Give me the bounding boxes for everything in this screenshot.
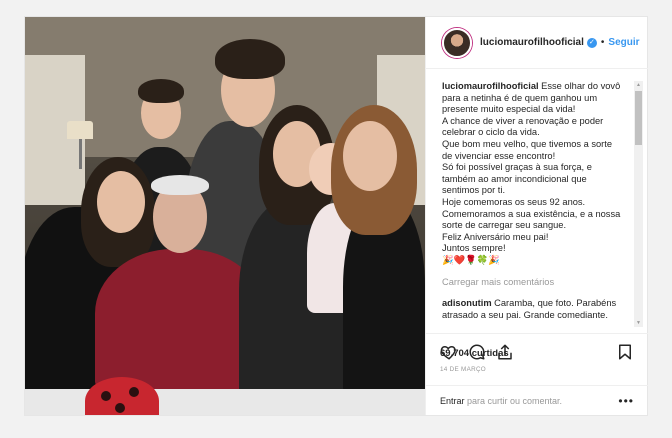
caption-line: Juntos sempre! <box>442 243 506 254</box>
bookmark-icon[interactable] <box>616 343 634 361</box>
post-side-panel: luciomaurofilhooficial ✓ • Seguir luciom… <box>425 17 648 415</box>
caption-username[interactable]: luciomaurofilhooficial <box>442 81 539 91</box>
follow-button[interactable]: Seguir <box>608 37 639 48</box>
post-header: luciomaurofilhooficial ✓ • Seguir <box>426 17 648 69</box>
avatar[interactable] <box>442 27 472 58</box>
add-comment-text: para curtir ou comentar. <box>464 395 563 406</box>
caption-emoji-line: 🎉❤️🌹🍀🎉 <box>442 254 500 265</box>
likes-count[interactable]: 69.704 curtidas <box>440 348 509 359</box>
photo-head-woman-left <box>97 171 145 233</box>
caption-line: sentimos por ti. <box>442 185 506 196</box>
caption-line: celebrar o ciclo da vida. <box>442 127 540 138</box>
caption-line: Que bom meu velho, que tivemos a sorte <box>442 138 613 149</box>
photo-hair-grandfather <box>151 175 209 195</box>
comments-scrollbar[interactable]: ▲ ▼ <box>634 81 643 327</box>
caption-line: Só foi possível graças à sua força, e <box>442 162 592 173</box>
photo-head-woman-right <box>343 121 397 191</box>
separator-dot: • <box>600 37 605 48</box>
caption-line: Comemoramos a sua existência, e a nossa <box>442 208 621 219</box>
caption-line: de vivenciar esse encontro! <box>442 150 556 161</box>
post-card: luciomaurofilhooficial ✓ • Seguir luciom… <box>24 16 648 416</box>
caption-line: Hoje comemoras os seus 92 anos. <box>442 196 586 207</box>
scroll-up-arrow-icon[interactable]: ▲ <box>635 82 642 88</box>
caption-line: luciomaurofilhooficial Esse olhar do vov… <box>442 81 621 91</box>
caption-line: para a netinha é de quem ganhou um <box>442 92 598 103</box>
comment-line: atrasado a seu pai. Grande comediante. <box>442 309 608 320</box>
more-options-icon[interactable]: ••• <box>618 394 634 408</box>
caption-line: Feliz Aniversário meu pai! <box>442 231 549 242</box>
scroll-down-arrow-icon[interactable]: ▼ <box>635 320 642 326</box>
photo-lamp-stem <box>79 139 82 169</box>
photo-lamp <box>67 121 93 139</box>
caption-line: também ao amor incondicional que <box>442 173 587 184</box>
caption-line: sorte de carregar seu sangue. <box>442 220 567 231</box>
comments-area[interactable]: luciomaurofilhooficial Esse olhar do vov… <box>426 69 648 333</box>
caption-line: A chance de viver a renovação e poder <box>442 115 604 126</box>
caption-line: presente muito especial da vida! <box>442 104 576 115</box>
load-more-comments-link[interactable]: Carregar mais comentários <box>442 277 626 289</box>
add-comment-bar: Entrar para curtir ou comentar. ••• <box>426 385 648 415</box>
verified-badge-icon: ✓ <box>586 37 597 48</box>
comment-username[interactable]: adisonutim <box>442 298 492 308</box>
comment-line: adisonutim Caramba, que foto. Parabéns <box>442 298 617 309</box>
header-username[interactable]: luciomaurofilhooficial <box>480 37 584 48</box>
post-date[interactable]: 14 DE MARÇO <box>440 366 486 373</box>
scrollbar-thumb[interactable] <box>635 91 642 145</box>
login-link[interactable]: Entrar <box>440 396 465 406</box>
post-photo[interactable] <box>25 17 425 415</box>
photo-hair-boy <box>138 79 184 103</box>
photo-hair-man-glasses <box>215 39 285 79</box>
